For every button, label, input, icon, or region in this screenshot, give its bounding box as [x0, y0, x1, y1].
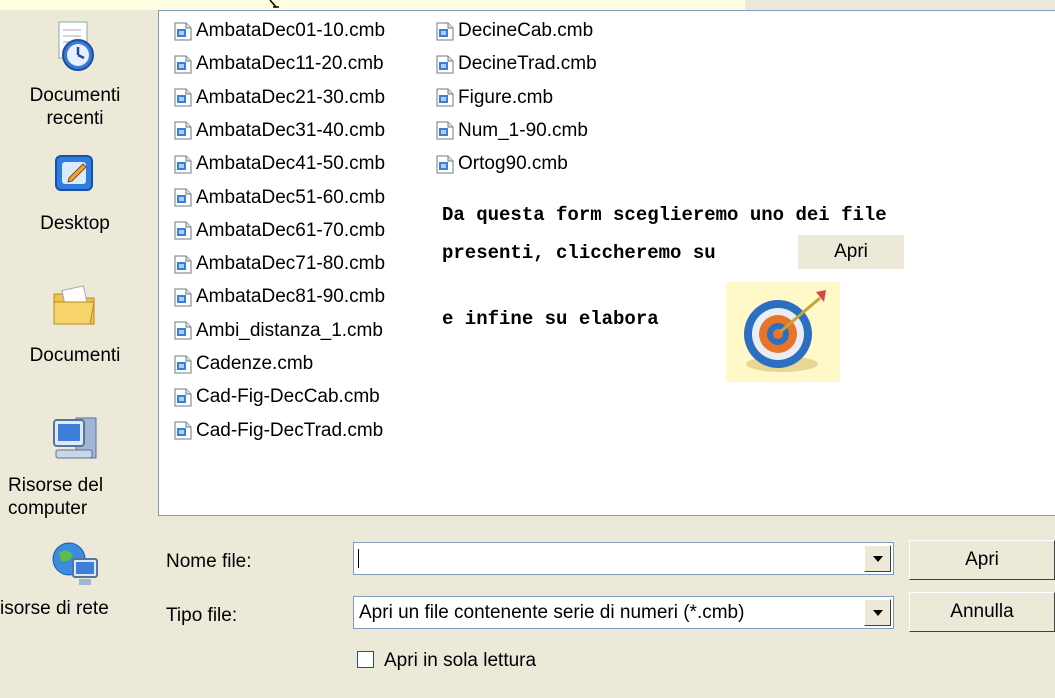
cmb-file-icon	[436, 55, 454, 74]
file-item[interactable]: DecineTrad.cmb	[436, 52, 597, 76]
file-name: AmbataDec51-60.cmb	[196, 186, 386, 208]
file-item[interactable]: Cad-Fig-DecCab.cmb	[174, 385, 380, 409]
file-item[interactable]: Figure.cmb	[436, 86, 553, 110]
my-computer-icon	[53, 417, 97, 459]
places-item-recent[interactable]: Documenti recenti	[0, 20, 150, 130]
places-item-documents[interactable]: Documenti	[0, 282, 150, 367]
readonly-label[interactable]: Apri in sola lettura	[384, 650, 536, 672]
places-item-desktop[interactable]: Desktop	[0, 152, 150, 235]
file-name: Ambi_distanza_1.cmb	[196, 319, 383, 341]
file-name: Num_1-90.cmb	[458, 119, 588, 141]
cmb-file-icon	[174, 388, 192, 407]
cmb-file-icon	[174, 421, 192, 440]
file-item[interactable]: AmbataDec21-30.cmb	[174, 86, 385, 110]
elabora-target-icon	[726, 282, 840, 382]
file-name: DecineCab.cmb	[458, 20, 594, 41]
cmb-file-icon	[174, 55, 192, 74]
filetype-label: Tipo file:	[166, 605, 238, 626]
file-item[interactable]: Ambi_distanza_1.cmb	[174, 319, 383, 343]
file-name: AmbataDec41-50.cmb	[196, 153, 386, 175]
file-item[interactable]: AmbataDec81-90.cmb	[174, 285, 385, 309]
open-button[interactable]: Apri	[909, 540, 1055, 580]
cmb-file-icon	[436, 88, 454, 107]
network-icon	[52, 542, 98, 585]
file-item[interactable]: AmbataDec31-40.cmb	[174, 119, 385, 143]
file-item[interactable]: DecineCab.cmb	[436, 19, 593, 43]
cmb-file-icon	[436, 22, 454, 40]
file-name: Cad-Fig-DecTrad.cmb	[196, 419, 384, 441]
file-item[interactable]: AmbataDec61-70.cmb	[174, 219, 385, 243]
text-caret	[358, 549, 359, 568]
tooltip-strip	[0, 0, 745, 10]
places-item-computer[interactable]: Risorse del computer	[0, 412, 150, 520]
documents-folder-icon	[53, 285, 95, 325]
filetype-dropdown-arrow[interactable]	[864, 599, 891, 626]
file-item[interactable]: Cad-Fig-DecTrad.cmb	[174, 419, 383, 443]
cmb-file-icon	[174, 288, 192, 307]
file-item[interactable]: AmbataDec11-20.cmb	[174, 52, 384, 76]
file-name: Cadenze.cmb	[196, 353, 314, 374]
annotation-apri-label: Apri	[798, 235, 904, 269]
places-label-desktop: Desktop	[40, 213, 110, 234]
file-name: AmbataDec11-20.cmb	[196, 53, 384, 75]
filetype-value: Apri un file contenente serie di numeri …	[359, 602, 745, 623]
cmb-file-icon	[174, 355, 192, 373]
places-label-network: isorse di rete	[0, 598, 109, 619]
file-name: AmbataDec01-10.cmb	[196, 20, 386, 41]
filename-label: Nome file:	[166, 551, 252, 572]
filename-dropdown-arrow[interactable]	[864, 545, 891, 572]
cmb-file-icon	[174, 188, 192, 207]
cmb-file-icon	[436, 121, 454, 140]
cmb-file-icon	[174, 121, 192, 140]
file-name: AmbataDec81-90.cmb	[196, 286, 386, 308]
places-label-documents: Documenti	[29, 345, 121, 366]
file-item[interactable]: AmbataDec41-50.cmb	[174, 152, 385, 176]
cancel-button[interactable]: Annulla	[909, 592, 1055, 632]
cmb-file-icon	[436, 155, 454, 174]
file-name: Ortog90.cmb	[458, 153, 568, 175]
desktop-icon	[55, 155, 93, 191]
file-name: Cad-Fig-DecCab.cmb	[196, 386, 380, 408]
file-item[interactable]: Num_1-90.cmb	[436, 119, 588, 143]
cmb-file-icon	[174, 155, 192, 174]
places-label-recent: Documenti recenti	[29, 85, 121, 129]
file-name: AmbataDec71-80.cmb	[196, 253, 386, 275]
file-name: DecineTrad.cmb	[458, 53, 597, 75]
file-item[interactable]: Ortog90.cmb	[436, 152, 568, 176]
filetype-combo[interactable]: Apri un file contenente serie di numeri …	[353, 596, 894, 629]
cmb-file-icon	[174, 221, 192, 240]
file-name: AmbataDec21-30.cmb	[196, 86, 386, 108]
file-item[interactable]: AmbataDec51-60.cmb	[174, 186, 385, 210]
file-name: Figure.cmb	[458, 86, 554, 108]
cmb-file-icon	[174, 88, 192, 107]
filename-combo[interactable]	[353, 542, 894, 575]
file-item[interactable]: AmbataDec01-10.cmb	[174, 19, 385, 43]
annotation-line2: presenti, cliccheremo su	[442, 242, 716, 264]
annotation-line1: Da questa form sceglieremo uno dei file	[442, 204, 887, 226]
recent-documents-icon	[58, 21, 94, 71]
file-name: AmbataDec61-70.cmb	[196, 219, 386, 241]
annotation-line3: e infine su elabora	[442, 308, 659, 330]
file-name: AmbataDec31-40.cmb	[196, 119, 386, 141]
readonly-checkbox[interactable]	[357, 651, 374, 668]
places-label-computer: Risorse del computer	[8, 475, 104, 519]
cmb-file-icon	[174, 255, 192, 274]
cmb-file-icon	[174, 321, 192, 340]
file-item[interactable]: AmbataDec71-80.cmb	[174, 252, 385, 276]
places-item-network[interactable]: isorse di rete	[0, 537, 150, 620]
file-item[interactable]: Cadenze.cmb	[174, 352, 313, 376]
cmb-file-icon	[174, 22, 192, 40]
